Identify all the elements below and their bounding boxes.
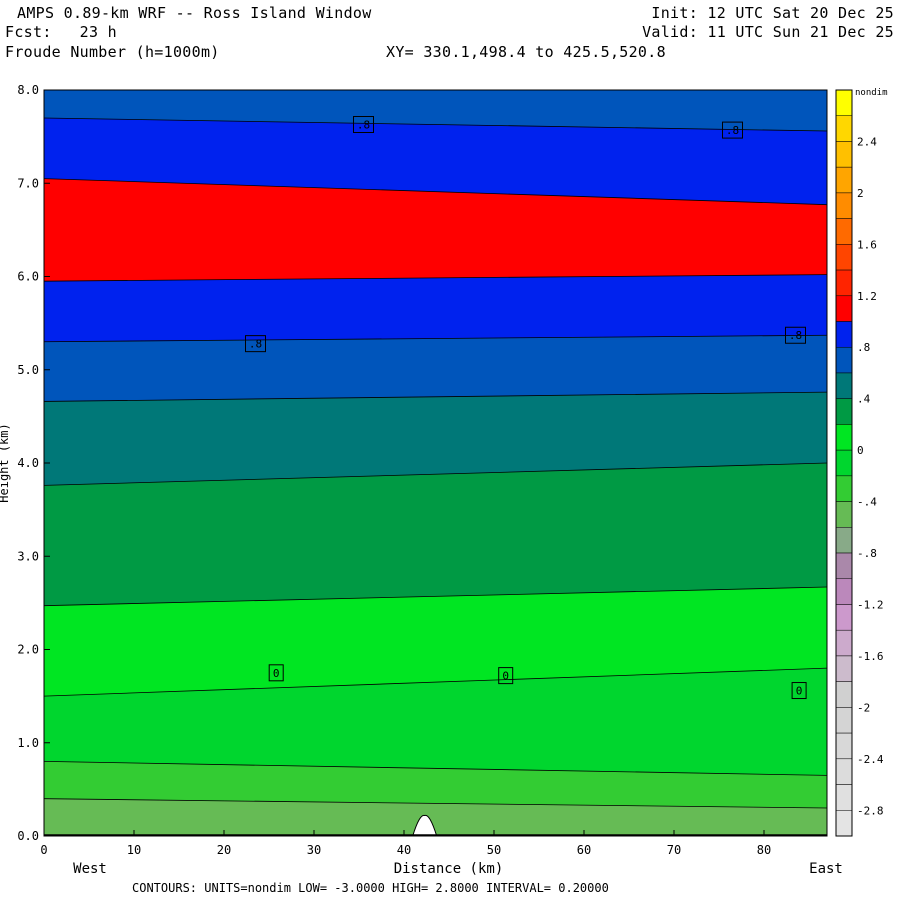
x-tick-label: 30	[307, 843, 321, 857]
colorbar-tick-label: .8	[857, 341, 870, 354]
y-tick-label: 2.0	[17, 643, 39, 657]
x-tick-label: 70	[667, 843, 681, 857]
colorbar-bin	[835, 89, 853, 116]
y-tick-label: 1.0	[17, 736, 39, 750]
colorbar-bin	[835, 424, 853, 451]
colorbar-tick-label: -1.6	[857, 650, 884, 663]
colorbar-tick-label: -2.8	[857, 804, 884, 817]
colorbar-bin	[835, 346, 853, 374]
colorbar-bin	[835, 655, 853, 682]
colorbar-bin	[835, 398, 853, 425]
colorbar-bin	[835, 604, 853, 631]
x-tick-label: 40	[397, 843, 411, 857]
colorbar-bin	[835, 552, 853, 580]
west-label: West	[73, 861, 107, 877]
colorbar-bin	[835, 527, 853, 554]
colorbar-bin	[835, 784, 853, 811]
contour-label: .8	[789, 329, 802, 342]
colorbar-tick-label: -.4	[857, 496, 877, 509]
colorbar-bin	[835, 629, 853, 657]
colorbar-tick-label: 0	[857, 444, 864, 457]
colorbar-bin	[835, 449, 853, 477]
colorbar-units: nondim	[855, 88, 888, 98]
colorbar-bin	[835, 218, 853, 245]
x-tick-label: 50	[487, 843, 501, 857]
colorbar-bin	[835, 244, 853, 271]
colorbar-tick-label: -1.2	[857, 598, 884, 611]
x-tick-label: 60	[577, 843, 591, 857]
east-label: East	[809, 861, 843, 877]
colorbar-tick-label: .4	[857, 393, 871, 406]
contour-label: .8	[357, 119, 370, 132]
y-tick-label: 3.0	[17, 549, 39, 563]
colorbar-bin	[835, 321, 853, 348]
colorbar-tick-label: 2.4	[857, 135, 877, 148]
froude-cross-section-chart: .8.8.8.80 000 10 20 30 40 50 60 70 800.01.02.03.0…	[0, 83, 888, 895]
colorbar-tick-label: 2	[857, 187, 864, 200]
colorbar-bin	[835, 810, 853, 837]
colorbar-bin	[835, 578, 853, 605]
y-tick-label: 8.0	[17, 83, 39, 97]
colorbar-bin	[835, 115, 853, 142]
colorbar-tick-label: -2	[857, 701, 870, 714]
colorbar-tick-label: 1.6	[857, 238, 877, 251]
y-tick-label: 7.0	[17, 176, 39, 190]
x-tick-label: 80	[757, 843, 771, 857]
plot-area: .8 .8 .8 .8 0 0 0	[44, 90, 827, 836]
contour-label: 0	[502, 670, 509, 683]
colorbar-bin	[835, 192, 853, 219]
y-tick-label: 0.0	[17, 829, 39, 843]
colorbar-bin	[835, 501, 853, 528]
contour-label: .8	[726, 124, 739, 137]
colorbar-bin	[835, 372, 853, 399]
colorbar-tick-label: -.8	[857, 547, 877, 560]
colorbar-bin	[835, 732, 853, 760]
colorbar-tick-label: -2.4	[857, 753, 884, 766]
colorbar-bin	[835, 295, 853, 322]
y-axis-label: Height (km)	[0, 423, 11, 502]
colorbar-bin	[835, 758, 853, 785]
x-tick-label: 20	[217, 843, 231, 857]
contour-label: 0	[273, 667, 280, 680]
colorbar-bin	[835, 269, 853, 297]
y-tick-label: 5.0	[17, 363, 39, 377]
contour-label: 0	[796, 685, 803, 698]
contour-label: .8	[249, 338, 262, 351]
x-tick-label: 10	[127, 843, 141, 857]
x-tick-label: 0	[40, 843, 47, 857]
y-tick-label: 4.0	[17, 456, 39, 470]
colorbar-bin	[835, 141, 853, 168]
colorbar-tick-label: 1.2	[857, 290, 877, 303]
colorbar-bin	[835, 681, 853, 708]
colorbar-bin	[835, 475, 853, 502]
page: AMPS 0.89-km WRF -- Ross Island Window F…	[0, 0, 900, 900]
x-axis-label: Distance (km)	[394, 861, 504, 877]
colorbar-bin	[835, 166, 853, 194]
colorbar-bin	[835, 707, 853, 734]
contours-summary: CONTOURS: UNITS=nondim LOW= -3.0000 HIGH…	[132, 881, 609, 895]
y-tick-label: 6.0	[17, 270, 39, 284]
